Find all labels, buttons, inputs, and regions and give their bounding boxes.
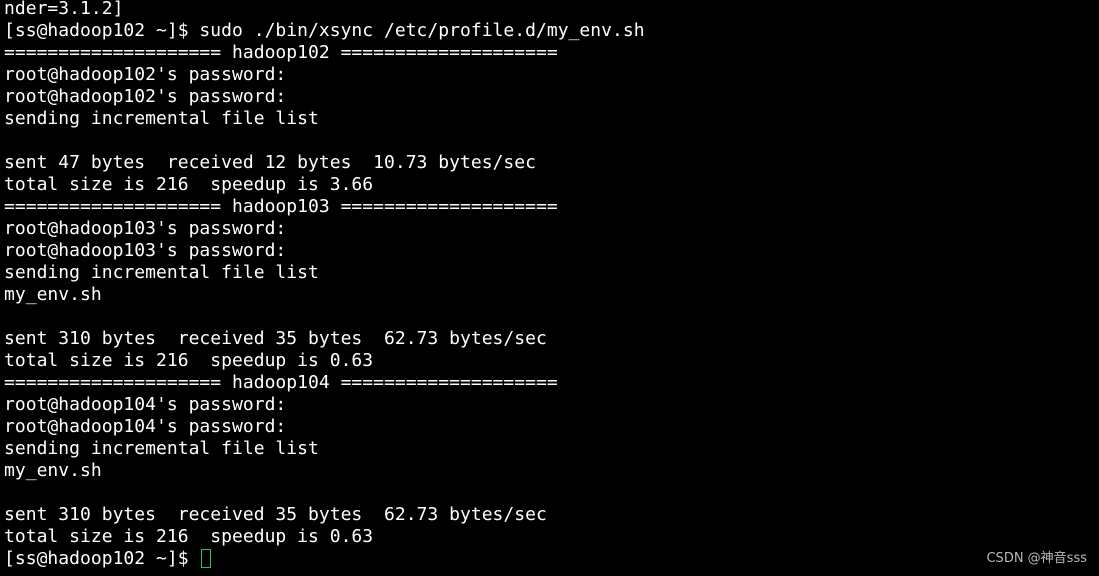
terminal-line: ==================== hadoop104 =========…: [4, 372, 558, 393]
terminal-line: my_env.sh: [4, 284, 102, 305]
terminal-line: root@hadoop103's password:: [4, 240, 287, 261]
terminal-line: sending incremental file list: [4, 108, 319, 129]
terminal-line: ==================== hadoop102 =========…: [4, 42, 558, 63]
terminal-line: nder=3.1.2]: [4, 0, 124, 19]
terminal-line: root@hadoop103's password:: [4, 218, 287, 239]
terminal-line: sent 47 bytes received 12 bytes 10.73 by…: [4, 152, 536, 173]
terminal-output: nder=3.1.2] [ss@hadoop102 ~]$ sudo ./bin…: [4, 0, 645, 570]
terminal-window[interactable]: nder=3.1.2] [ss@hadoop102 ~]$ sudo ./bin…: [0, 0, 1099, 576]
terminal-line: sending incremental file list: [4, 438, 319, 459]
terminal-line: total size is 216 speedup is 0.63: [4, 350, 374, 371]
prompt-line[interactable]: [ss@hadoop102 ~]$: [4, 548, 645, 570]
terminal-line: total size is 216 speedup is 0.63: [4, 526, 374, 547]
shell-prompt: [ss@hadoop102 ~]$: [4, 548, 200, 569]
terminal-line: root@hadoop102's password:: [4, 64, 287, 85]
terminal-line: root@hadoop102's password:: [4, 86, 287, 107]
terminal-line: my_env.sh: [4, 460, 102, 481]
terminal-line: total size is 216 speedup is 3.66: [4, 174, 374, 195]
terminal-line: root@hadoop104's password:: [4, 416, 287, 437]
terminal-line: sending incremental file list: [4, 262, 319, 283]
terminal-line: sent 310 bytes received 35 bytes 62.73 b…: [4, 504, 547, 525]
terminal-line: ==================== hadoop103 =========…: [4, 196, 558, 217]
text-cursor: [201, 549, 212, 568]
csdn-watermark: CSDN @神音sss: [986, 551, 1087, 566]
terminal-line: root@hadoop104's password:: [4, 394, 287, 415]
terminal-line: [ss@hadoop102 ~]$ sudo ./bin/xsync /etc/…: [4, 20, 645, 41]
terminal-line: sent 310 bytes received 35 bytes 62.73 b…: [4, 328, 547, 349]
